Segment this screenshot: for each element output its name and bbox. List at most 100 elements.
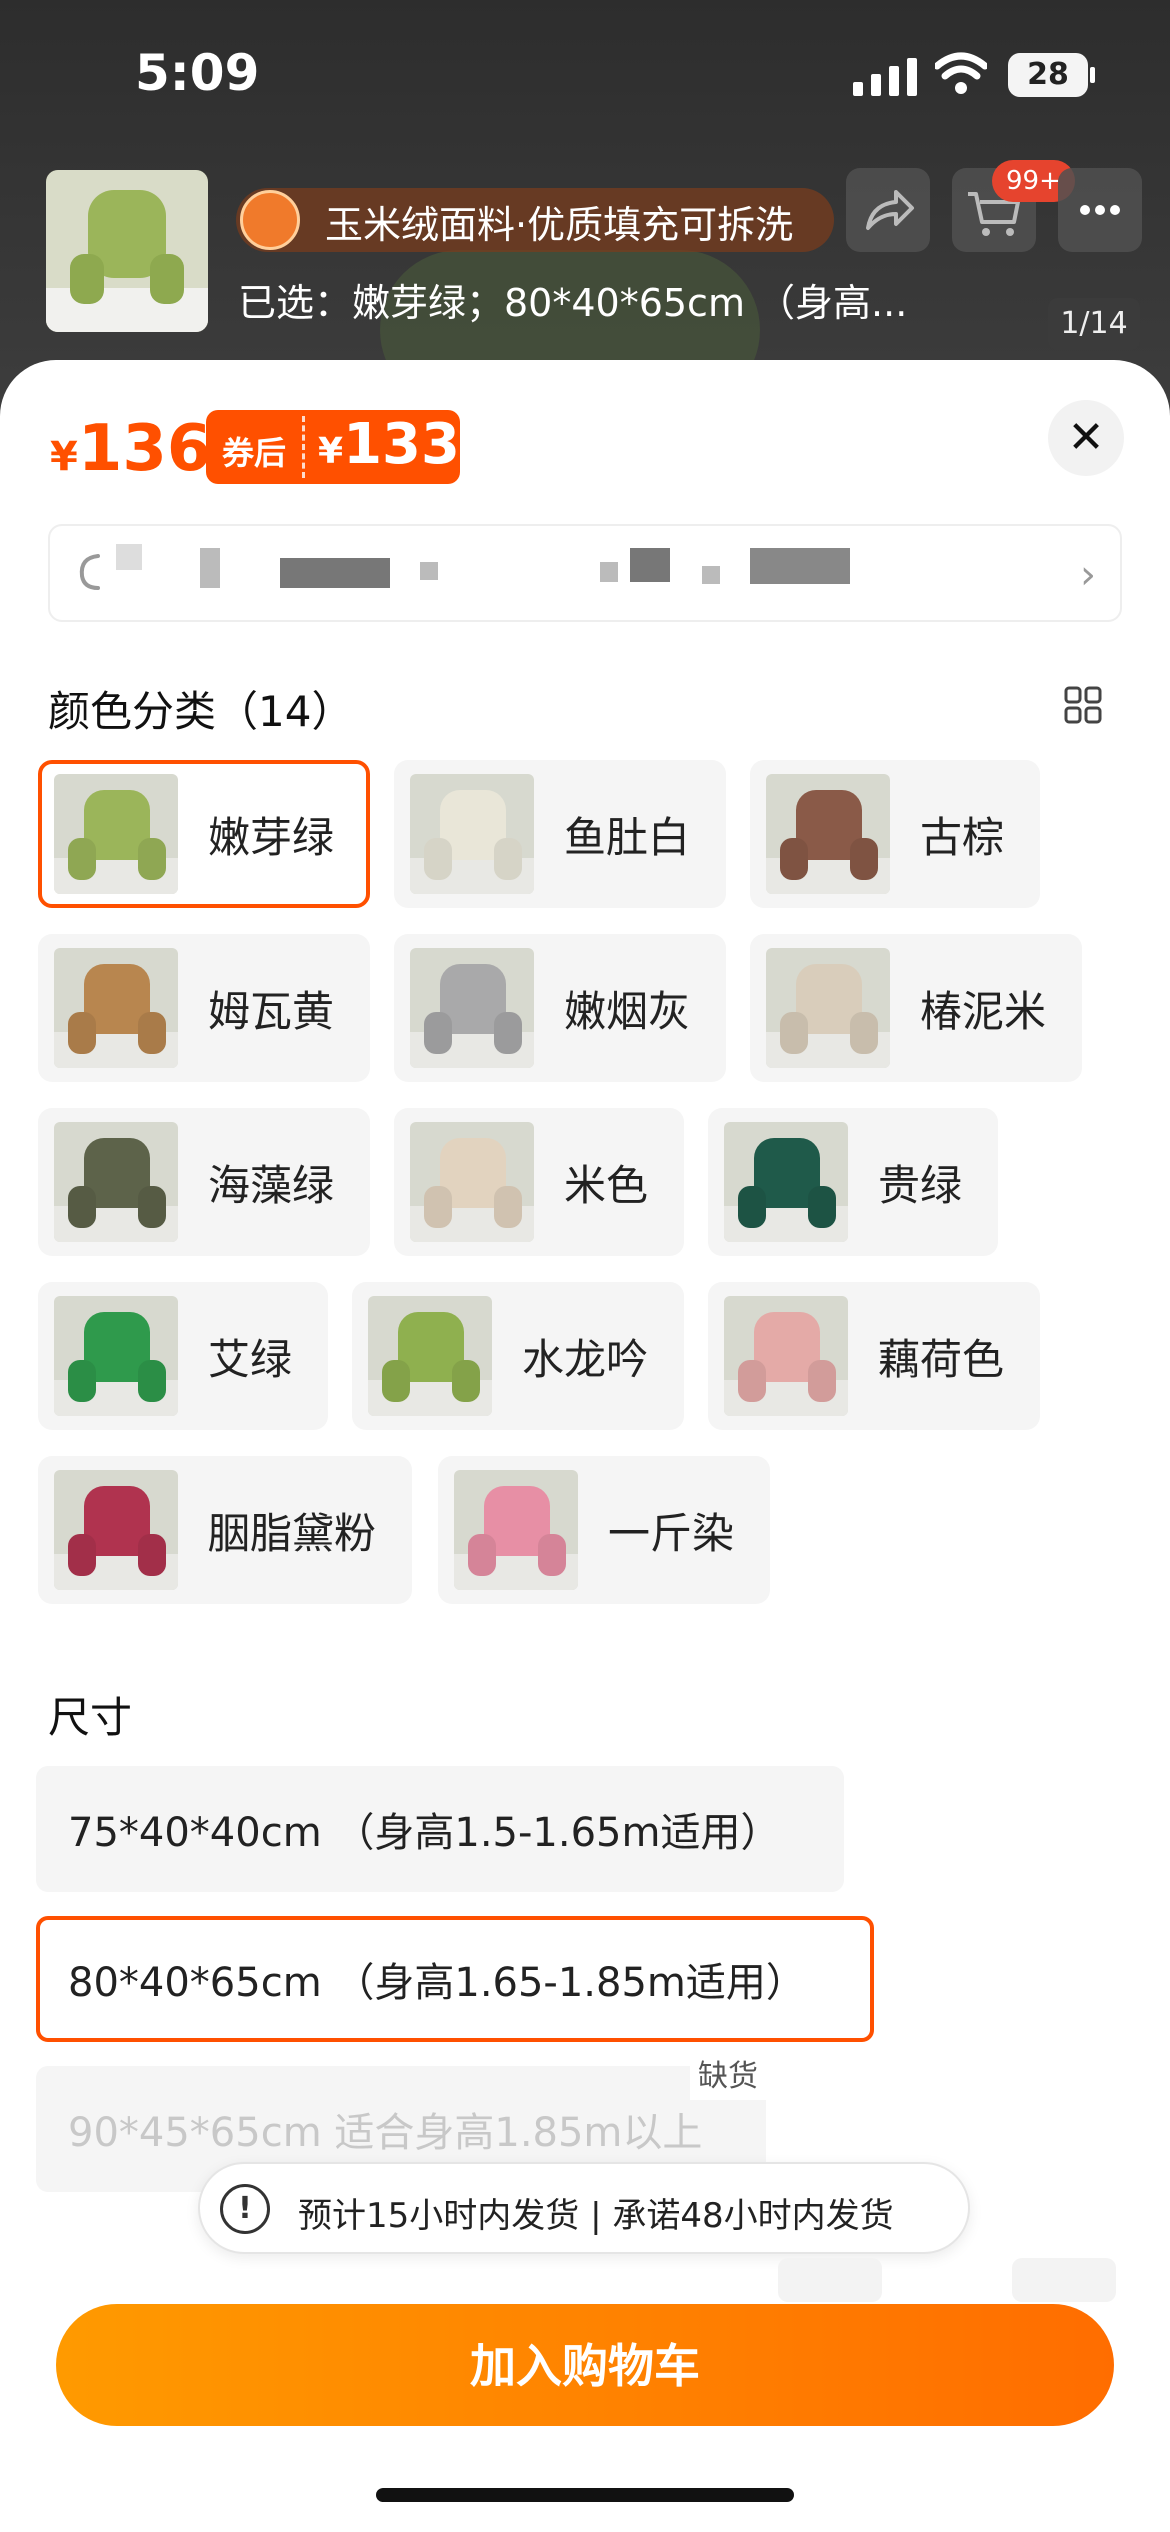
pillow-arm bbox=[68, 1186, 96, 1228]
pillow-arm bbox=[780, 838, 808, 880]
pillow-arm bbox=[494, 1186, 522, 1228]
color-option-label: 胭脂黛粉 bbox=[208, 1509, 377, 1558]
size-option-selected[interactable]: 80*40*65cm （身高1.65-1.85m适用） bbox=[36, 1916, 874, 2042]
pillow-swatch-image bbox=[54, 1470, 178, 1590]
pillow-arm bbox=[780, 1012, 808, 1054]
color-option[interactable]: 古棕 bbox=[750, 760, 1040, 908]
color-option-label: 藕荷色 bbox=[878, 1335, 1005, 1384]
pillow-arm bbox=[68, 838, 96, 880]
pillow-arm bbox=[738, 1360, 766, 1402]
pillow-arm bbox=[68, 1012, 96, 1054]
color-option-selected[interactable]: 嫩芽绿 bbox=[38, 760, 370, 908]
pillow-arm bbox=[808, 1360, 836, 1402]
pillow-arm bbox=[138, 1534, 166, 1576]
image-counter: 1/14 bbox=[1048, 298, 1140, 350]
color-option[interactable]: 艾绿 bbox=[38, 1282, 328, 1430]
partial-button bbox=[1012, 2258, 1116, 2302]
color-option-label: 椿泥米 bbox=[920, 987, 1047, 1036]
chevron-right-icon: › bbox=[1080, 552, 1096, 598]
color-option-label: 米色 bbox=[564, 1161, 649, 1210]
medal-icon bbox=[240, 190, 300, 250]
color-option[interactable]: 一斤染 bbox=[438, 1456, 770, 1604]
wifi-icon bbox=[935, 52, 987, 94]
close-icon: ✕ bbox=[1067, 412, 1105, 463]
pillow-arm bbox=[68, 1360, 96, 1402]
status-time: 5:09 bbox=[135, 44, 260, 102]
color-option-label: 水龙吟 bbox=[522, 1335, 649, 1384]
share-icon bbox=[866, 190, 914, 230]
coupon-currency: ¥ bbox=[318, 431, 344, 472]
more-dot-icon bbox=[1080, 205, 1090, 215]
more-dot-icon bbox=[1095, 205, 1105, 215]
pillow-swatch-image bbox=[724, 1122, 848, 1242]
color-option[interactable]: 胭脂黛粉 bbox=[38, 1456, 412, 1604]
pillow-swatch-image bbox=[368, 1296, 492, 1416]
pillow-arm bbox=[138, 1012, 166, 1054]
price-currency: ¥ bbox=[50, 434, 78, 480]
pillow-arm bbox=[68, 1534, 96, 1576]
size-option-label: 80*40*65cm （身高1.65-1.85m适用） bbox=[68, 1960, 806, 2006]
battery-tip bbox=[1090, 67, 1095, 83]
pillow-swatch-image bbox=[766, 774, 890, 894]
color-option[interactable]: 水龙吟 bbox=[352, 1282, 684, 1430]
color-option-label: 贵绿 bbox=[878, 1161, 963, 1210]
redacted-address bbox=[200, 548, 220, 588]
coupon-price-badge: 券后 ¥133 bbox=[206, 410, 460, 484]
pillow-thumbnail-icon bbox=[46, 170, 208, 332]
color-option[interactable]: 米色 bbox=[394, 1108, 684, 1256]
color-option[interactable]: 椿泥米 bbox=[750, 934, 1082, 1082]
pillow-arm bbox=[424, 1186, 452, 1228]
info-icon: ! bbox=[220, 2184, 270, 2234]
size-option-label: 90*45*65cm 适合身高1.85m以上 bbox=[68, 2110, 703, 2156]
pillow-swatch-image bbox=[724, 1296, 848, 1416]
selected-spec: 已选：嫩芽绿；80*40*65cm （身高... bbox=[238, 281, 908, 325]
redacted-address bbox=[420, 562, 438, 580]
size-option-label: 75*40*40cm （身高1.5-1.65m适用） bbox=[68, 1810, 781, 1856]
color-option-label: 一斤染 bbox=[608, 1509, 735, 1558]
shipping-text: 预计15小时内发货 | 承诺48小时内发货 bbox=[298, 2196, 894, 2236]
size-option[interactable]: 75*40*40cm （身高1.5-1.65m适用） bbox=[36, 1766, 844, 1892]
pillow-swatch-image bbox=[54, 774, 178, 894]
share-button[interactable] bbox=[846, 168, 930, 252]
product-title: 玉米绒面料·优质填充可拆洗 bbox=[325, 203, 794, 247]
color-option-label: 海藻绿 bbox=[208, 1161, 335, 1210]
pillow-arm bbox=[738, 1186, 766, 1228]
color-option[interactable]: 海藻绿 bbox=[38, 1108, 370, 1256]
coupon-divider bbox=[302, 416, 305, 478]
redacted-address bbox=[630, 548, 670, 582]
size-section-title: 尺寸 bbox=[48, 1693, 133, 1742]
color-option-label: 姆瓦黄 bbox=[208, 987, 335, 1036]
product-thumbnail[interactable] bbox=[46, 170, 208, 332]
pillow-swatch-image bbox=[410, 948, 534, 1068]
add-to-cart-button[interactable]: 加入购物车 bbox=[56, 2304, 1114, 2426]
out-of-stock-tag: 缺货 bbox=[690, 2054, 766, 2100]
pillow-arm bbox=[452, 1360, 480, 1402]
color-option[interactable]: 姆瓦黄 bbox=[38, 934, 370, 1082]
original-price: ¥136 bbox=[50, 412, 211, 486]
pillow-swatch-image bbox=[410, 774, 534, 894]
color-option-label: 艾绿 bbox=[208, 1335, 293, 1384]
color-option[interactable]: 鱼肚白 bbox=[394, 760, 726, 908]
pillow-arm bbox=[424, 1012, 452, 1054]
address-row[interactable]: › bbox=[48, 524, 1122, 622]
color-option-label: 鱼肚白 bbox=[564, 813, 691, 862]
battery-level: 28 bbox=[1027, 57, 1069, 92]
color-option-label: 嫩芽绿 bbox=[208, 813, 335, 862]
color-option[interactable]: 贵绿 bbox=[708, 1108, 998, 1256]
close-button[interactable]: ✕ bbox=[1048, 400, 1124, 476]
pillow-swatch-image bbox=[54, 948, 178, 1068]
color-option[interactable]: 嫩烟灰 bbox=[394, 934, 726, 1082]
pillow-swatch-image bbox=[54, 1296, 178, 1416]
more-button[interactable] bbox=[1058, 168, 1142, 252]
pillow-arm bbox=[138, 1360, 166, 1402]
redacted-address bbox=[280, 558, 390, 588]
color-option-label: 古棕 bbox=[920, 813, 1005, 862]
pillow-swatch-image bbox=[454, 1470, 578, 1590]
home-indicator bbox=[376, 2488, 794, 2502]
pillow-arm bbox=[382, 1360, 410, 1402]
color-option[interactable]: 藕荷色 bbox=[708, 1282, 1040, 1430]
redacted-address bbox=[600, 562, 618, 582]
coupon-label: 券后 bbox=[222, 434, 287, 472]
grid-view-icon[interactable] bbox=[1064, 686, 1102, 724]
redacted-address bbox=[116, 544, 142, 570]
